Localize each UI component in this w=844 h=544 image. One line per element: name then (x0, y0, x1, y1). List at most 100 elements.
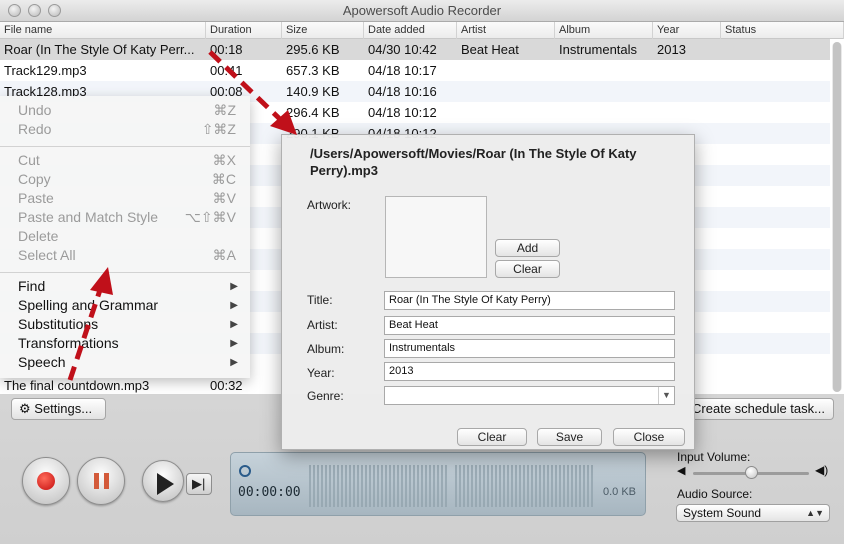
audio-source-value: System Sound (683, 506, 762, 520)
year-label: Year: (307, 366, 335, 380)
menu-item-select-all[interactable]: Select All ⌘A (0, 246, 250, 265)
speaker-high-icon: ◀) (815, 463, 829, 477)
album-label: Album: (307, 342, 345, 356)
menu-item-cut[interactable]: Cut ⌘X (0, 151, 250, 170)
recording-display: 00:00:00 0.0 KB (230, 452, 646, 516)
window-title: Apowersoft Audio Recorder (342, 3, 502, 18)
next-track-button[interactable]: ▶| (186, 473, 212, 495)
menu-item-delete[interactable]: Delete (0, 227, 250, 246)
cell-size: 296.4 KB (286, 105, 340, 120)
genre-label: Genre: (307, 389, 344, 403)
cell-date: 04/18 10:12 (368, 105, 437, 120)
chevron-down-icon[interactable]: ▼ (658, 387, 674, 404)
table-row[interactable]: Roar (In The Style Of Katy Perr... 00:18… (0, 39, 830, 60)
column-header-duration[interactable]: Duration (206, 22, 282, 39)
cell-size: 295.6 KB (286, 42, 340, 57)
settings-button[interactable]: ⚙ Settings... (11, 398, 106, 420)
column-header-year[interactable]: Year (653, 22, 721, 39)
menu-item-paste-and-match-style[interactable]: Paste and Match Style ⌥⇧⌘V (0, 208, 250, 227)
create-schedule-task-button[interactable]: Create schedule task... (690, 398, 834, 420)
pause-button[interactable] (77, 457, 125, 505)
cell-artist: Beat Heat (461, 42, 519, 57)
level-meter-right (455, 465, 593, 507)
cell-date: 04/30 10:42 (368, 42, 437, 57)
skip-forward-icon: ▶| (192, 476, 206, 491)
column-header-status[interactable]: Status (721, 22, 844, 39)
app-window: Apowersoft Audio Recorder File name Dura… (0, 0, 844, 544)
table-scrollbar[interactable] (832, 42, 842, 392)
cell-duration: 00:41 (210, 63, 243, 78)
recording-size: 0.0 KB (602, 486, 636, 498)
title-field[interactable]: Roar (In The Style Of Katy Perry) (384, 291, 675, 310)
submenu-arrow-icon: ▶ (230, 319, 238, 330)
clear-button[interactable]: Clear (457, 428, 527, 446)
cell-size: 140.9 KB (286, 84, 340, 99)
table-header: File name Duration Size Date added Artis… (0, 22, 844, 39)
genre-combobox[interactable]: ▼ (384, 386, 675, 405)
record-button[interactable] (22, 457, 70, 505)
cell-album: Instrumentals (559, 42, 638, 57)
menu-separator (0, 146, 250, 147)
edit-context-menu: Undo ⌘Z Redo ⇧⌘Z Cut ⌘X Copy ⌘C Paste ⌘V Past… (0, 96, 250, 378)
artist-label: Artist: (307, 318, 338, 332)
submenu-arrow-icon: ▶ (230, 357, 238, 368)
artwork-well[interactable] (385, 196, 487, 278)
menu-item-substitutions[interactable]: Substitutions ▶ (0, 315, 250, 334)
title-label: Title: (307, 293, 333, 307)
cell-year: 2013 (657, 42, 686, 57)
menu-item-redo[interactable]: Redo ⇧⌘Z (0, 120, 250, 139)
edit-tags-dialog: /Users/Apowersoft/Movies/Roar (In The St… (281, 134, 695, 450)
close-window-button[interactable] (8, 4, 21, 17)
level-meter-left (309, 465, 447, 507)
cell-duration: 00:18 (210, 42, 243, 57)
audio-source-select[interactable]: System Sound ▲▼ (676, 504, 830, 522)
clear-artwork-button[interactable]: Clear (495, 260, 560, 278)
menu-item-copy[interactable]: Copy ⌘C (0, 170, 250, 189)
dialog-file-path: /Users/Apowersoft/Movies/Roar (In The St… (310, 146, 637, 178)
minimize-window-button[interactable] (28, 4, 41, 17)
scrollbar-thumb[interactable] (833, 42, 841, 392)
menu-item-undo[interactable]: Undo ⌘Z (0, 101, 250, 120)
column-header-size[interactable]: Size (282, 22, 364, 39)
submenu-arrow-icon: ▶ (230, 281, 238, 292)
menu-separator (0, 272, 250, 273)
menu-item-find[interactable]: Find ▶ (0, 277, 250, 296)
cell-date: 04/18 10:17 (368, 63, 437, 78)
cell-file-name: Roar (In The Style Of Katy Perr... (4, 42, 195, 57)
cell-size: 657.3 KB (286, 63, 340, 78)
year-field[interactable]: 2013 (384, 362, 675, 381)
cell-file-name: Track129.mp3 (4, 63, 87, 78)
play-icon (157, 473, 174, 495)
schedule-label: Create schedule task... (692, 401, 825, 416)
input-volume-label: Input Volume: (677, 450, 751, 464)
title-bar: Apowersoft Audio Recorder (0, 0, 844, 22)
artist-field[interactable]: Beat Heat (384, 316, 675, 335)
table-row[interactable]: Track129.mp3 00:41 657.3 KB 04/18 10:17 (0, 60, 830, 81)
volume-slider-knob[interactable] (744, 466, 758, 479)
menu-item-transformations[interactable]: Transformations ▶ (0, 334, 250, 353)
settings-label: Settings... (34, 401, 93, 416)
submenu-arrow-icon: ▶ (230, 300, 238, 311)
cell-date: 04/18 10:16 (368, 84, 437, 99)
speaker-low-icon: ◀ (677, 465, 686, 477)
close-button[interactable]: Close (613, 428, 685, 446)
zoom-window-button[interactable] (48, 4, 61, 17)
pause-icon (104, 473, 109, 489)
column-header-album[interactable]: Album (555, 22, 653, 39)
menu-item-spelling-and-grammar[interactable]: Spelling and Grammar ▶ (0, 296, 250, 315)
submenu-arrow-icon: ▶ (230, 338, 238, 349)
input-volume-slider[interactable] (693, 466, 809, 479)
play-button[interactable] (142, 460, 184, 502)
save-button[interactable]: Save (537, 428, 602, 446)
album-field[interactable]: Instrumentals (384, 339, 675, 358)
record-icon (37, 472, 55, 490)
pause-icon (94, 473, 99, 489)
menu-item-speech[interactable]: Speech ▶ (0, 353, 250, 372)
column-header-artist[interactable]: Artist (457, 22, 555, 39)
recording-timer: 00:00:00 (238, 485, 301, 500)
add-artwork-button[interactable]: Add (495, 239, 560, 257)
column-header-file-name[interactable]: File name (0, 22, 206, 39)
column-header-date-added[interactable]: Date added (364, 22, 457, 39)
gear-icon: ⚙ (19, 401, 31, 416)
menu-item-paste[interactable]: Paste ⌘V (0, 189, 250, 208)
